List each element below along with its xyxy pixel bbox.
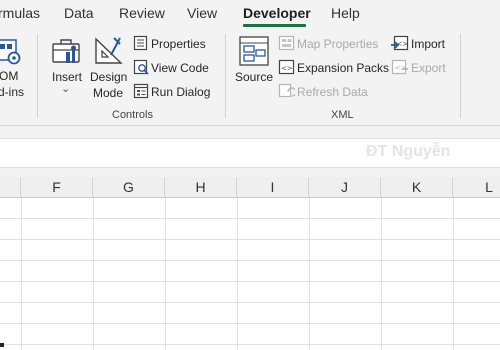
group-separator	[225, 34, 226, 118]
grid-line	[309, 198, 310, 350]
import-label: Import	[411, 37, 446, 51]
grid-line	[0, 344, 500, 345]
export-icon: <>	[391, 59, 408, 75]
controls-group-label: Controls	[112, 109, 153, 121]
column-header-h[interactable]: H	[165, 177, 237, 198]
grid-line	[0, 302, 500, 303]
column-header-i[interactable]: I	[237, 177, 309, 198]
export-label: Export	[411, 61, 446, 75]
com-addins-label-1: OM	[0, 69, 19, 83]
column-header-g[interactable]: G	[93, 177, 165, 198]
grid-line	[165, 198, 166, 350]
com-addins-label-2: d-ins	[0, 85, 25, 99]
active-tab-indicator	[243, 24, 306, 27]
column-header-partial[interactable]	[0, 177, 21, 198]
grid-line	[21, 198, 22, 350]
grid-line	[0, 218, 500, 219]
svg-text:<>: <>	[281, 65, 293, 73]
formula-bar[interactable]: ĐT Nguyễn	[0, 138, 500, 168]
map-properties-label: Map Properties	[297, 37, 379, 51]
column-header-f[interactable]: F	[21, 177, 93, 198]
grid-line	[453, 198, 454, 350]
view-code-label: View Code	[151, 61, 209, 75]
xml-group-label: XML	[331, 109, 354, 121]
column-header-l[interactable]: L	[453, 177, 500, 198]
worksheet-grid[interactable]	[0, 198, 500, 350]
design-mode-label-2: Mode	[93, 86, 124, 100]
grid-line	[93, 198, 94, 350]
run-dialog-label: Run Dialog	[151, 85, 211, 99]
run-dialog-icon	[133, 83, 149, 99]
toolbox-icon	[52, 39, 80, 63]
xml-source-icon	[239, 36, 269, 66]
com-addins-icon	[0, 39, 21, 65]
selection-handle[interactable]	[0, 343, 4, 347]
view-code-icon	[133, 59, 149, 75]
refresh-data-label: Refresh Data	[297, 85, 368, 99]
column-header-j[interactable]: J	[309, 177, 381, 198]
grid-line	[0, 260, 500, 261]
refresh-data-icon	[278, 83, 295, 98]
properties-label: Properties	[151, 37, 206, 51]
expansion-packs-label: Expansion Packs	[297, 61, 390, 75]
grid-line	[381, 198, 382, 350]
tab-review[interactable]: Review	[119, 5, 165, 21]
svg-text:<>: <>	[397, 40, 409, 48]
group-separator	[460, 34, 461, 118]
tab-help[interactable]: Help	[331, 5, 360, 21]
properties-icon	[133, 35, 148, 51]
grid-line	[0, 323, 500, 324]
tab-data[interactable]: Data	[64, 5, 94, 21]
insert-dropdown-icon: ⌄	[61, 83, 71, 95]
svg-text:<>: <>	[395, 64, 407, 72]
tab-view[interactable]: View	[187, 5, 217, 21]
grid-line	[0, 281, 500, 282]
group-separator	[37, 34, 38, 118]
watermark-text: ĐT Nguyễn	[366, 143, 451, 160]
import-icon: <>	[391, 35, 409, 51]
tab-developer[interactable]: Developer	[243, 5, 311, 21]
ribbon-gap	[0, 126, 500, 138]
design-mode-label-1: Design	[90, 70, 128, 84]
design-mode-icon	[95, 37, 123, 64]
tab-formulas[interactable]: rmulas	[0, 5, 40, 21]
grid-line	[237, 198, 238, 350]
column-headers: F G H I J K L	[0, 177, 500, 198]
header-band	[0, 168, 500, 177]
grid-line	[0, 239, 500, 240]
ribbon-tab-bar: rmulas Data Review View Developer Help	[0, 0, 500, 28]
ribbon-panel: OM d-ins Insert ⌄ Design Mode Properties…	[0, 28, 500, 126]
source-label: Source	[235, 70, 274, 84]
column-header-k[interactable]: K	[381, 177, 453, 198]
expansion-packs-icon: <>	[278, 59, 295, 75]
map-properties-icon	[278, 35, 295, 51]
